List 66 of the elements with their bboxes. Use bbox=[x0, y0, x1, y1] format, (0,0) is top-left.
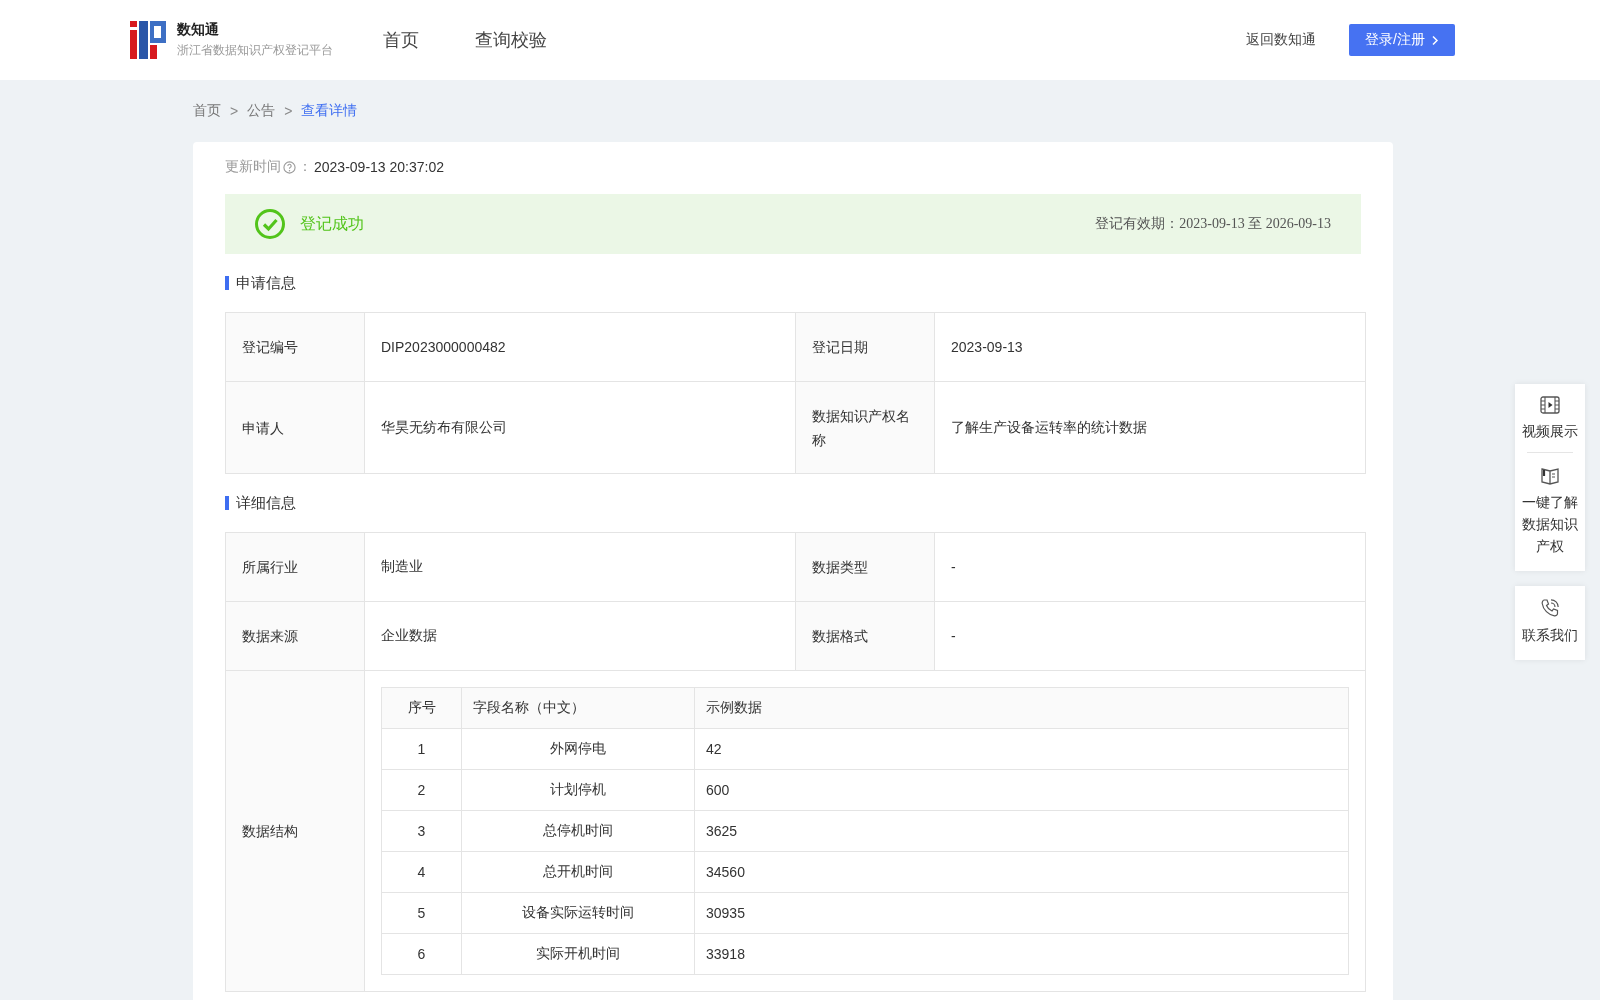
table-cell: 6 bbox=[381, 933, 462, 975]
field-label: 申请人 bbox=[225, 381, 365, 474]
chevron-icon bbox=[1431, 34, 1439, 46]
back-link[interactable]: 返回数知通 bbox=[1246, 31, 1317, 49]
section-title: 申请信息 bbox=[225, 276, 1361, 290]
field-value: - bbox=[934, 532, 1366, 602]
table-cell: 设备实际运转时间 bbox=[461, 892, 695, 934]
field-value: 制造业 bbox=[364, 532, 796, 602]
update-time: 2023-09-13 20:37:02 bbox=[314, 159, 444, 175]
table-cell: 600 bbox=[694, 769, 1349, 811]
table-cell: 5 bbox=[381, 892, 462, 934]
column-header: 示例数据 bbox=[694, 687, 1349, 729]
breadcrumb-separator: > bbox=[284, 103, 293, 119]
table-cell: 3 bbox=[381, 810, 462, 852]
field-label: 登记编号 bbox=[225, 312, 365, 382]
table-cell: 实际开机时间 bbox=[461, 933, 695, 975]
table-cell: 1 bbox=[381, 728, 462, 770]
table-cell: 4 bbox=[381, 851, 462, 893]
table-cell: 42 bbox=[694, 728, 1349, 770]
status-label: 登记成功 bbox=[300, 213, 364, 234]
table-cell: 33918 bbox=[694, 933, 1349, 975]
table-cell: 计划停机 bbox=[461, 769, 695, 811]
breadcrumb-link[interactable]: 查看详情 bbox=[301, 102, 358, 120]
book-icon bbox=[1540, 467, 1560, 485]
field-label: 登记日期 bbox=[795, 312, 935, 382]
field-label: 所属行业 bbox=[225, 532, 365, 602]
logo-icon bbox=[130, 21, 166, 59]
colon: ： bbox=[298, 158, 312, 176]
side-link[interactable]: 视频展示 bbox=[1521, 396, 1579, 442]
validity-period: 登记有效期：2023-09-13 至 2026-09-13 bbox=[1095, 215, 1331, 233]
brand-subtitle: 浙江省数据知识产权登记平台 bbox=[177, 42, 333, 59]
check-circle-icon bbox=[254, 208, 286, 240]
column-header: 序号 bbox=[381, 687, 462, 729]
section-title: 详细信息 bbox=[225, 496, 1361, 510]
table-cell: 外网停电 bbox=[461, 728, 695, 770]
field-value: 企业数据 bbox=[364, 601, 796, 671]
breadcrumb-separator: > bbox=[230, 103, 239, 119]
field-value: 2023-09-13 bbox=[934, 312, 1366, 382]
field-value: DIP2023000000482 bbox=[364, 312, 796, 382]
field-label: 数据结构 bbox=[225, 670, 365, 992]
field-value: - bbox=[934, 601, 1366, 671]
film-icon bbox=[1540, 396, 1560, 414]
phone-icon bbox=[1540, 598, 1560, 618]
side-link[interactable]: 一键了解数据知识产权 bbox=[1521, 467, 1579, 557]
table-cell: 3625 bbox=[694, 810, 1349, 852]
table-cell: 总停机时间 bbox=[461, 810, 695, 852]
table-cell: 30935 bbox=[694, 892, 1349, 934]
side-link[interactable]: 联系我们 bbox=[1521, 598, 1579, 646]
brand-name: 数知通 bbox=[177, 21, 220, 39]
field-label: 数据来源 bbox=[225, 601, 365, 671]
nav-link[interactable]: 首页 bbox=[383, 28, 419, 52]
breadcrumb-link[interactable]: 首页 bbox=[193, 102, 221, 120]
column-header: 字段名称（中文） bbox=[461, 687, 695, 729]
nav-link[interactable]: 查询校验 bbox=[475, 28, 547, 52]
breadcrumb-link[interactable]: 公告 bbox=[247, 102, 276, 120]
field-value: 华昊无纺布有限公司 bbox=[364, 381, 796, 474]
login-button[interactable]: 登录/注册 bbox=[1349, 24, 1455, 56]
field-label: 数据知识产权名称 bbox=[795, 381, 935, 474]
field-label: 数据格式 bbox=[795, 601, 935, 671]
update-label: 更新时间 bbox=[225, 158, 281, 176]
field-value: 了解生产设备运转率的统计数据 bbox=[934, 381, 1366, 474]
table-cell: 2 bbox=[381, 769, 462, 811]
field-label: 数据类型 bbox=[795, 532, 935, 602]
table-cell: 总开机时间 bbox=[461, 851, 695, 893]
help-icon[interactable] bbox=[283, 160, 296, 174]
table-cell: 34560 bbox=[694, 851, 1349, 893]
